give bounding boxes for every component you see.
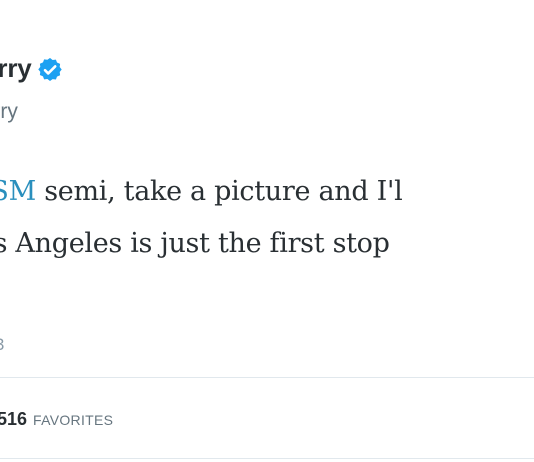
tweet-text-line-1: RISM semi, take a picture and I'l	[0, 166, 403, 218]
favorites-label[interactable]: FAVORITES	[33, 412, 113, 428]
verified-badge-icon	[37, 57, 62, 82]
author-name-row[interactable]: Perry	[0, 53, 62, 84]
divider-bottom	[0, 458, 534, 459]
tweet-text-line-1-rest: semi, take a picture and I'l	[35, 176, 403, 207]
tweet-stats[interactable]: ,516 FAVORITES	[0, 409, 113, 430]
hashtag-link[interactable]: RISM	[0, 176, 36, 207]
divider	[0, 377, 534, 378]
tweet-timestamp[interactable]: 013	[0, 335, 4, 355]
tweet-text: RISM semi, take a picture and I'l Los An…	[0, 166, 403, 270]
tweet-text-line-2: Los Angeles is just the first stop	[0, 228, 390, 259]
favorites-count[interactable]: ,516	[0, 409, 27, 430]
tweet-card: Perry perry RISM semi, take a picture an…	[0, 0, 534, 462]
author-handle[interactable]: perry	[0, 100, 18, 124]
author-display-name[interactable]: Perry	[0, 53, 32, 84]
